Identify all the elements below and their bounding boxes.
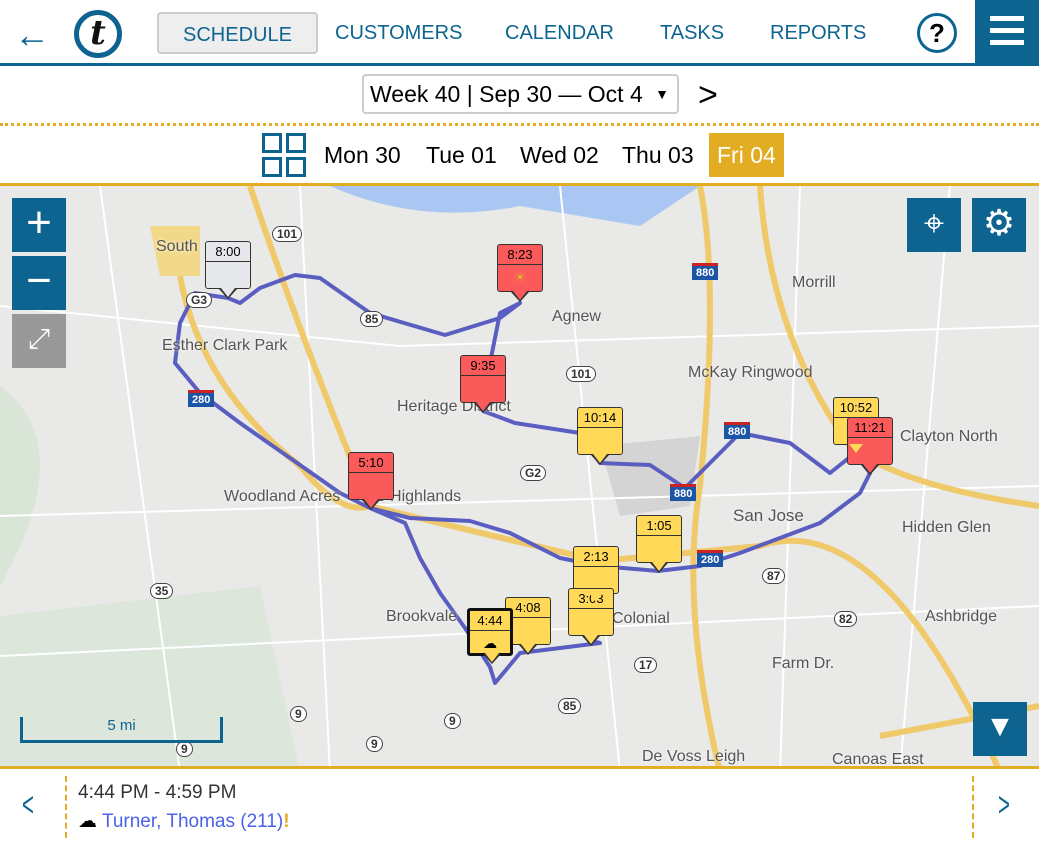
interstate-shield: 280 (697, 550, 724, 567)
map-scale: 5 mi (20, 717, 223, 743)
zoom-in-button[interactable]: + (12, 198, 66, 252)
place-label: Canoas East (832, 751, 924, 768)
interstate-shield: 880 (670, 484, 697, 501)
appointment-marker[interactable]: 9:35 (460, 355, 506, 413)
day-fri[interactable]: Fri 04 (709, 133, 784, 177)
appointment-marker[interactable]: 8:23 ☀ (497, 244, 543, 302)
day-tue[interactable]: Tue 01 (418, 133, 505, 177)
route-shield: 101 (272, 226, 303, 242)
route-shield: 85 (558, 698, 582, 714)
tab-reports[interactable]: REPORTS (746, 12, 890, 54)
appointment-customer-row: ☁ Turner, Thomas (211)! (78, 810, 290, 833)
customer-link[interactable]: Turner, Thomas (211) (102, 811, 283, 832)
place-label: San Jose (733, 506, 804, 525)
interstate-shield: 880 (692, 263, 719, 280)
place-label: Colonial (612, 610, 670, 627)
place-label: McKay Ringwood (688, 364, 813, 381)
sun-icon: ☀ (513, 269, 527, 285)
route-shield: 87 (762, 568, 786, 584)
marker-list-icon[interactable]: ▼ (973, 702, 1027, 756)
route-shield: G2 (520, 465, 547, 481)
route-shield: 9 (290, 706, 307, 722)
route-shield: 9 (444, 713, 461, 729)
dropdown-arrow-icon: ▼ (653, 76, 669, 112)
cloud-icon: ☁ (483, 635, 497, 651)
zoom-out-button[interactable]: − (12, 256, 66, 310)
tab-calendar[interactable]: CALENDAR (481, 12, 638, 54)
appointment-marker[interactable]: 1:05 (636, 515, 682, 573)
tab-schedule[interactable]: SCHEDULE (157, 12, 318, 54)
day-thu[interactable]: Thu 03 (614, 133, 702, 177)
help-icon[interactable]: ? (917, 13, 957, 53)
route-shield: 82 (834, 611, 858, 627)
place-label: Brookvale (386, 608, 458, 625)
week-value: Week 40 | Sep 30 — Oct 4 (370, 81, 643, 107)
route-shield: 17 (634, 657, 658, 673)
place-label: Clayton North (900, 428, 998, 445)
interstate-shield: 280 (188, 390, 215, 407)
locate-icon[interactable]: ⌖ (907, 198, 961, 252)
interstate-shield: 880 (724, 422, 751, 439)
place-label: Hidden Glen (902, 519, 991, 536)
route-shield: G3 (186, 292, 213, 308)
appointment-marker[interactable]: 2:13 (573, 546, 619, 604)
week-grid-icon[interactable] (262, 133, 306, 177)
appointment-marker[interactable]: 11:21 (847, 417, 893, 475)
place-label: De Voss Leigh (642, 748, 746, 765)
route-shield: 101 (566, 366, 597, 382)
divider (65, 776, 67, 838)
place-label: Esther Clark Park (162, 337, 288, 354)
tab-tasks[interactable]: TASKS (636, 12, 748, 54)
route-shield: 9 (366, 736, 383, 752)
route-shield: 9 (176, 741, 193, 757)
place-label: Woodland Acres (224, 488, 341, 505)
next-week-button[interactable]: > (698, 76, 718, 115)
previous-appointment-chevron-icon[interactable]: < (22, 786, 34, 825)
appointment-bar: < 4:44 PM - 4:59 PM ☁ Turner, Thomas (21… (0, 772, 1039, 841)
route-line (173, 273, 872, 573)
day-wed[interactable]: Wed 02 (512, 133, 607, 177)
place-label: Agnew (552, 308, 601, 325)
appointment-marker[interactable]: 8:00 (205, 241, 251, 299)
appointment-time: 4:44 PM - 4:59 PM (78, 782, 237, 803)
top-nav: ← t SCHEDULE CUSTOMERS CALENDAR TASKS RE… (0, 0, 1039, 66)
place-label: Ashbridge (925, 608, 998, 625)
divider (972, 776, 974, 838)
app-logo: t (74, 10, 122, 58)
map[interactable]: South Esther Clark Park Heritage Distric… (0, 183, 1039, 769)
divider (0, 123, 1039, 126)
place-label: Farm Dr. (772, 655, 835, 672)
route-shield: 85 (360, 311, 384, 327)
appointment-marker-selected[interactable]: 4:44 ☁ (467, 608, 513, 664)
next-appointment-chevron-icon[interactable]: > (998, 786, 1010, 825)
appointment-marker[interactable]: 5:10 (348, 452, 394, 510)
tab-customers[interactable]: CUSTOMERS (311, 12, 486, 54)
back-arrow-icon[interactable]: ← (14, 14, 50, 56)
gear-icon[interactable]: ⚙ (972, 198, 1026, 252)
cloud-icon: ☁ (78, 811, 97, 832)
fullscreen-icon[interactable]: ⤢ (12, 314, 66, 368)
route-shield: 35 (150, 583, 174, 599)
week-select[interactable]: Week 40 | Sep 30 — Oct 4 ▼ (362, 74, 679, 114)
place-label: Morrill (792, 274, 836, 291)
place-label: South (156, 238, 198, 255)
day-mon[interactable]: Mon 30 (316, 133, 409, 177)
warning-flag: ! (283, 811, 290, 832)
appointment-marker[interactable]: 10:14 (577, 407, 623, 465)
hamburger-menu-icon[interactable] (975, 0, 1039, 64)
